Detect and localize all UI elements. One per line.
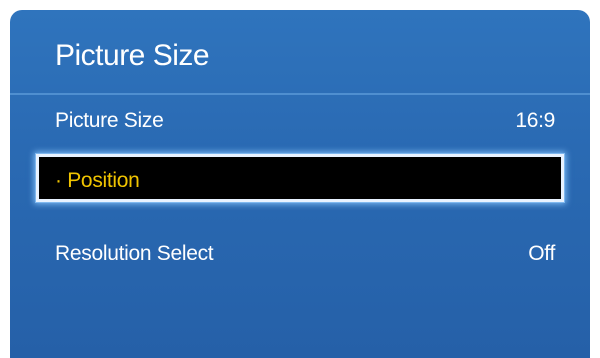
menu-item-picture-size[interactable]: Picture Size 16:9 bbox=[36, 97, 564, 145]
menu-item-value: 16:9 bbox=[515, 109, 555, 132]
menu-item-value: Off bbox=[528, 242, 555, 265]
menu-title: Picture Size bbox=[55, 39, 210, 72]
menu-item-resolution-select[interactable]: Resolution Select Off bbox=[36, 230, 564, 278]
menu-item-label: Resolution Select bbox=[55, 242, 214, 265]
menu-item-position[interactable]: · Position bbox=[36, 154, 564, 202]
menu-item-label: · Position bbox=[55, 169, 140, 192]
menu-item-label: Picture Size bbox=[55, 109, 164, 132]
title-divider bbox=[10, 93, 590, 95]
osd-menu-panel: Picture Size Picture Size 16:9 · Positio… bbox=[10, 10, 590, 358]
